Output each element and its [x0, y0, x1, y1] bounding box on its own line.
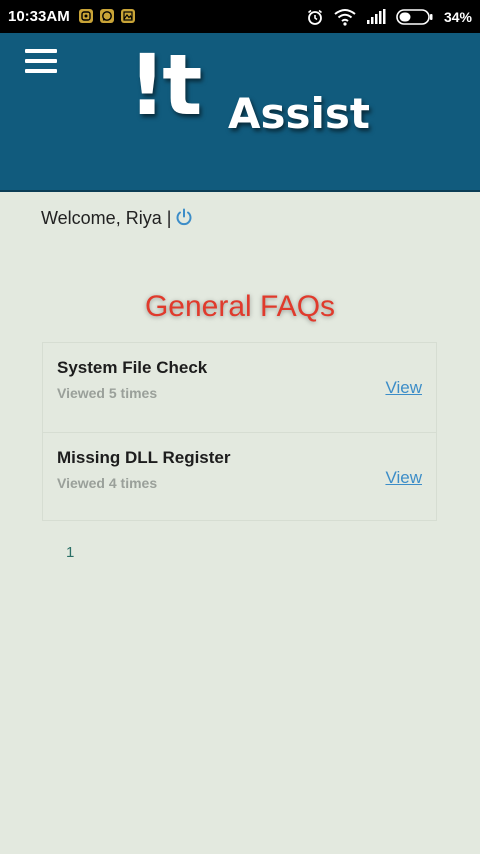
status-time: 10:33AM [8, 8, 70, 25]
hamburger-menu-icon[interactable] [25, 49, 57, 75]
separator: | [166, 208, 172, 228]
pagination: 1 [60, 544, 80, 562]
faq-view-count: Viewed 5 times [57, 385, 158, 401]
status-indicators: 34% [306, 0, 472, 33]
battery-icon [396, 8, 434, 25]
power-icon[interactable] [175, 208, 193, 226]
faq-item: System File Check Viewed 5 times View [43, 343, 436, 432]
app-header: !t Assist [0, 33, 480, 192]
app-logo: !t Assist [128, 36, 370, 163]
page-link-1[interactable]: 1 [60, 542, 80, 563]
faq-title: Missing DLL Register [57, 448, 231, 467]
gallery-icon [121, 9, 135, 23]
welcome-row: Welcome, Riya | [41, 208, 193, 229]
view-link[interactable]: View [385, 468, 422, 488]
photos-icon [79, 9, 93, 23]
battery-percent: 34% [443, 8, 472, 25]
section-title: General FAQs [144, 290, 336, 323]
status-bar: 10:33AM 34% [0, 0, 480, 33]
signal-icon [366, 8, 386, 25]
view-link[interactable]: View [385, 378, 422, 398]
faq-list: System File Check Viewed 5 times View Mi… [42, 342, 437, 521]
faq-title: System File Check [57, 358, 208, 377]
faq-view-count: Viewed 4 times [57, 475, 158, 491]
faq-item: Missing DLL Register Viewed 4 times View [43, 432, 436, 521]
alarm-icon [306, 8, 324, 26]
logo-word: Assist [228, 89, 370, 138]
welcome-text: Welcome, Riya [41, 208, 162, 228]
logo-mark: !t [128, 36, 202, 134]
wifi-icon [334, 8, 356, 26]
whatsapp-icon [100, 9, 114, 23]
